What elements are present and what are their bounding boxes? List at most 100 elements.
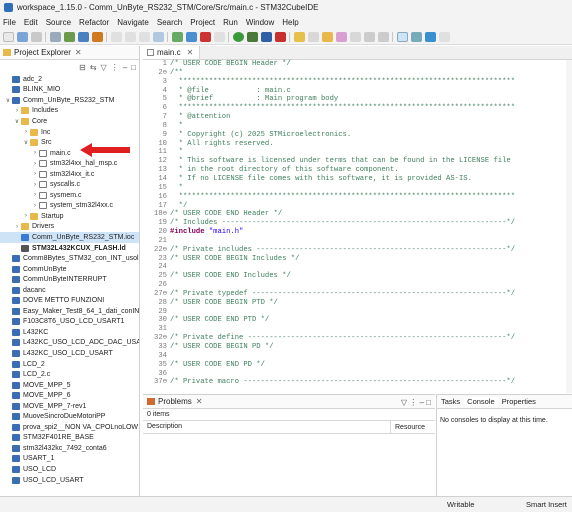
forward-icon[interactable] [378,31,389,42]
chevron-right-icon[interactable]: › [13,224,21,230]
run-icon[interactable] [233,31,244,42]
device-config-icon[interactable] [92,31,103,42]
tree-item[interactable]: USO_LCD_USART [0,475,139,486]
tree-item[interactable]: F103C8T6_USO_LCD_USART1 [0,317,139,328]
debug-config-icon[interactable] [78,31,89,42]
chevron-right-icon[interactable]: › [22,129,30,135]
menu-help[interactable]: Help [282,18,298,27]
tree-item[interactable]: CommUnByteINTERRUPT [0,274,139,285]
perspective-debug-icon[interactable] [411,31,422,42]
tree-item[interactable]: › stm32l4xx_hal_msp.c [0,158,139,169]
menu-window[interactable]: Window [246,18,274,27]
tree-item[interactable]: MuoveSincroDueMotoriPP [0,412,139,423]
filter-icon[interactable]: ▽ [101,63,107,72]
column-resource[interactable]: Resource [391,424,425,431]
close-icon[interactable]: ✕ [187,48,194,57]
tree-item[interactable]: USART_1 [0,454,139,465]
tree-item[interactable]: adc_2 [0,74,139,85]
target-icon[interactable] [186,31,197,42]
pen-icon[interactable] [336,31,347,42]
paste-icon[interactable] [139,31,150,42]
tree-item[interactable]: MOVE_MPP_7-rev1 [0,401,139,412]
stop-icon[interactable] [200,31,211,42]
tab-main-c[interactable]: main.c ✕ [143,46,201,59]
menu-run[interactable]: Run [223,18,238,27]
menu-file[interactable]: File [3,18,16,27]
cut-icon[interactable] [111,31,122,42]
minimize-icon[interactable]: – [123,63,127,72]
maximize-icon[interactable]: □ [131,63,136,72]
column-description[interactable]: Description [143,420,391,434]
perspective-cube-icon[interactable] [425,31,436,42]
hammer-icon[interactable] [172,31,183,42]
perspective-cpp-icon[interactable] [397,31,408,42]
save-icon[interactable] [17,31,28,42]
tree-item[interactable]: › system_stm32l4xx.c [0,201,139,212]
tree-item[interactable]: STM32F401RE_BASE [0,433,139,444]
tree-item[interactable]: prova_spi2__NON VA_CPOLnoLOW [0,422,139,433]
external-tools-icon[interactable] [261,31,272,42]
chevron-right-icon[interactable]: › [31,182,39,188]
tree-item[interactable]: DOVE METTO FUNZIONI [0,295,139,306]
menu-edit[interactable]: Edit [24,18,38,27]
collapse-all-icon[interactable]: ⊟ [79,63,86,72]
project-explorer-tab[interactable]: Project Explorer ✕ [0,46,139,60]
tree-item[interactable]: BLINK_MIO [0,85,139,96]
maximize-icon[interactable]: □ [426,398,431,407]
tree-item[interactable]: L432KC [0,327,139,338]
tree-item[interactable]: MOVE_MPP_5 [0,380,139,391]
close-icon[interactable]: ✕ [196,397,203,406]
menu-project[interactable]: Project [190,18,215,27]
back-icon[interactable] [364,31,375,42]
menu-refactor[interactable]: Refactor [79,18,109,27]
tree-item[interactable]: › Startup [0,211,139,222]
filter-icon[interactable]: ▽ [401,398,407,407]
chevron-right-icon[interactable]: › [31,192,39,198]
tree-item[interactable]: › sysmem.c [0,190,139,201]
tree-item[interactable]: › syscalls.c [0,179,139,190]
tree-item[interactable]: stm32l432kc_7492_conta6 [0,443,139,454]
tree-item[interactable]: › Includes [0,106,139,117]
settings-icon[interactable] [50,31,61,42]
coverage-icon[interactable] [275,31,286,42]
tree-item[interactable]: LCD_2.c [0,369,139,380]
close-icon[interactable]: ✕ [75,48,82,57]
tree-item[interactable]: › Inc [0,127,139,138]
chevron-down-icon[interactable]: ∨ [13,118,21,125]
copy-icon[interactable] [125,31,136,42]
tab-console[interactable]: Console [464,397,498,406]
chevron-right-icon[interactable]: › [22,213,30,219]
chevron-right-icon[interactable]: › [31,150,39,156]
perspective-other-icon[interactable] [439,31,450,42]
tab-properties[interactable]: Properties [502,397,536,406]
tree-item[interactable]: CommUnByte [0,264,139,275]
tree-item[interactable]: L432KC_USO_LCD_USART [0,348,139,359]
folder-icon[interactable] [322,31,333,42]
new-icon[interactable] [3,31,14,42]
chevron-right-icon[interactable]: › [31,171,39,177]
tree-item[interactable]: L432KC_USO_LCD_ADC_DAC_USAR [0,338,139,349]
build-icon[interactable] [64,31,75,42]
chevron-right-icon[interactable]: › [31,203,39,209]
chevron-down-icon[interactable]: ∨ [22,139,30,146]
tree-item[interactable]: › stm32l4xx_it.c [0,169,139,180]
chevron-down-icon[interactable]: ∨ [4,97,12,104]
menu-source[interactable]: Source [46,18,71,27]
tree-item[interactable]: USO_LCD [0,464,139,475]
menu-navigate[interactable]: Navigate [117,18,149,27]
tree-item[interactable]: Easy_Maker_Test8_64_1_dati_conIN1 [0,306,139,317]
tree-item[interactable]: Comm8Bytes_STM32_con_INT_usol [0,253,139,264]
step-icon[interactable] [214,31,225,42]
tab-tasks[interactable]: Tasks [441,397,460,406]
save-all-icon[interactable] [31,31,42,42]
vertical-scrollbar[interactable] [566,60,572,393]
undo-icon[interactable] [153,31,164,42]
tree-item[interactable]: LCD_2 [0,359,139,370]
chevron-right-icon[interactable]: › [31,161,39,167]
debug-icon[interactable] [247,31,258,42]
link-editor-icon[interactable]: ⇆ [90,63,97,72]
code-area[interactable]: 1/* USER CODE BEGIN Header */2⊖/** 3 ****… [143,60,572,387]
tree-item[interactable]: › Drivers [0,222,139,233]
tree-item[interactable]: Comm_UnByte_RS232_STM.ioc [0,232,139,243]
menu-search[interactable]: Search [157,18,182,27]
